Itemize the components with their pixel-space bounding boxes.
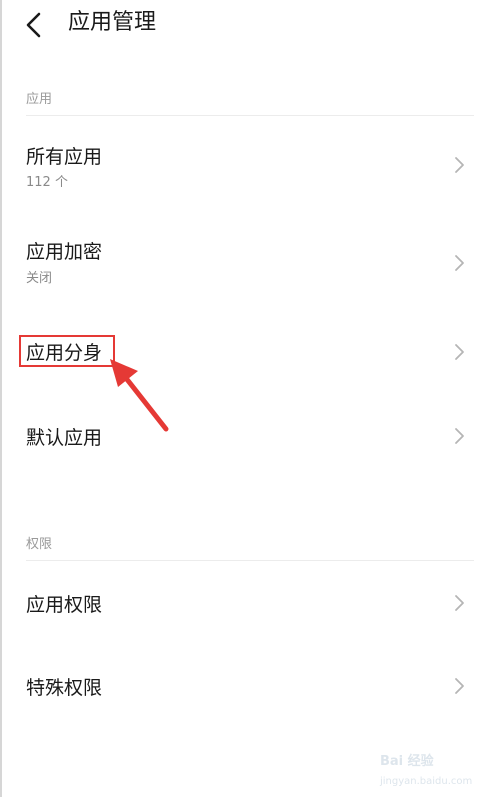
list-item-app-permissions[interactable]: 应用权限 (0, 562, 496, 644)
list-item-special-permissions[interactable]: 特殊权限 (0, 645, 496, 727)
baidu-jingyan-watermark: Bai 经验 jingyan.baidu.com (380, 742, 492, 794)
item-title: 所有应用 (26, 146, 103, 168)
chevron-right-icon (455, 595, 464, 611)
item-title: 应用权限 (26, 594, 103, 616)
section-header-permissions: 权限 (26, 537, 53, 552)
item-title: 特殊权限 (26, 677, 103, 699)
item-title: 默认应用 (26, 427, 103, 449)
item-subtitle: 关闭 (26, 271, 53, 286)
chevron-right-icon (455, 255, 464, 271)
watermark-brand: Bai 经验 (380, 754, 434, 769)
chevron-right-icon (455, 157, 464, 173)
list-item-all-apps[interactable]: 所有应用 112 个 (0, 118, 496, 212)
app-header: 应用管理 (0, 0, 496, 50)
item-title: 应用加密 (26, 241, 103, 263)
chevron-right-icon (455, 344, 464, 360)
item-subtitle: 112 个 (26, 175, 68, 190)
annotation-arrow-icon (110, 359, 169, 432)
section-divider (26, 560, 474, 561)
chevron-right-icon (455, 678, 464, 694)
section-header-apps: 应用 (26, 92, 53, 107)
chevron-right-icon (455, 428, 464, 444)
watermark-url: jingyan.baidu.com (380, 776, 473, 787)
list-item-app-lock[interactable]: 应用加密 关闭 (0, 213, 496, 309)
list-item-default-apps[interactable]: 默认应用 (0, 395, 496, 479)
back-arrow-icon[interactable] (18, 8, 52, 42)
section-divider (26, 115, 474, 116)
page-title: 应用管理 (68, 10, 157, 35)
